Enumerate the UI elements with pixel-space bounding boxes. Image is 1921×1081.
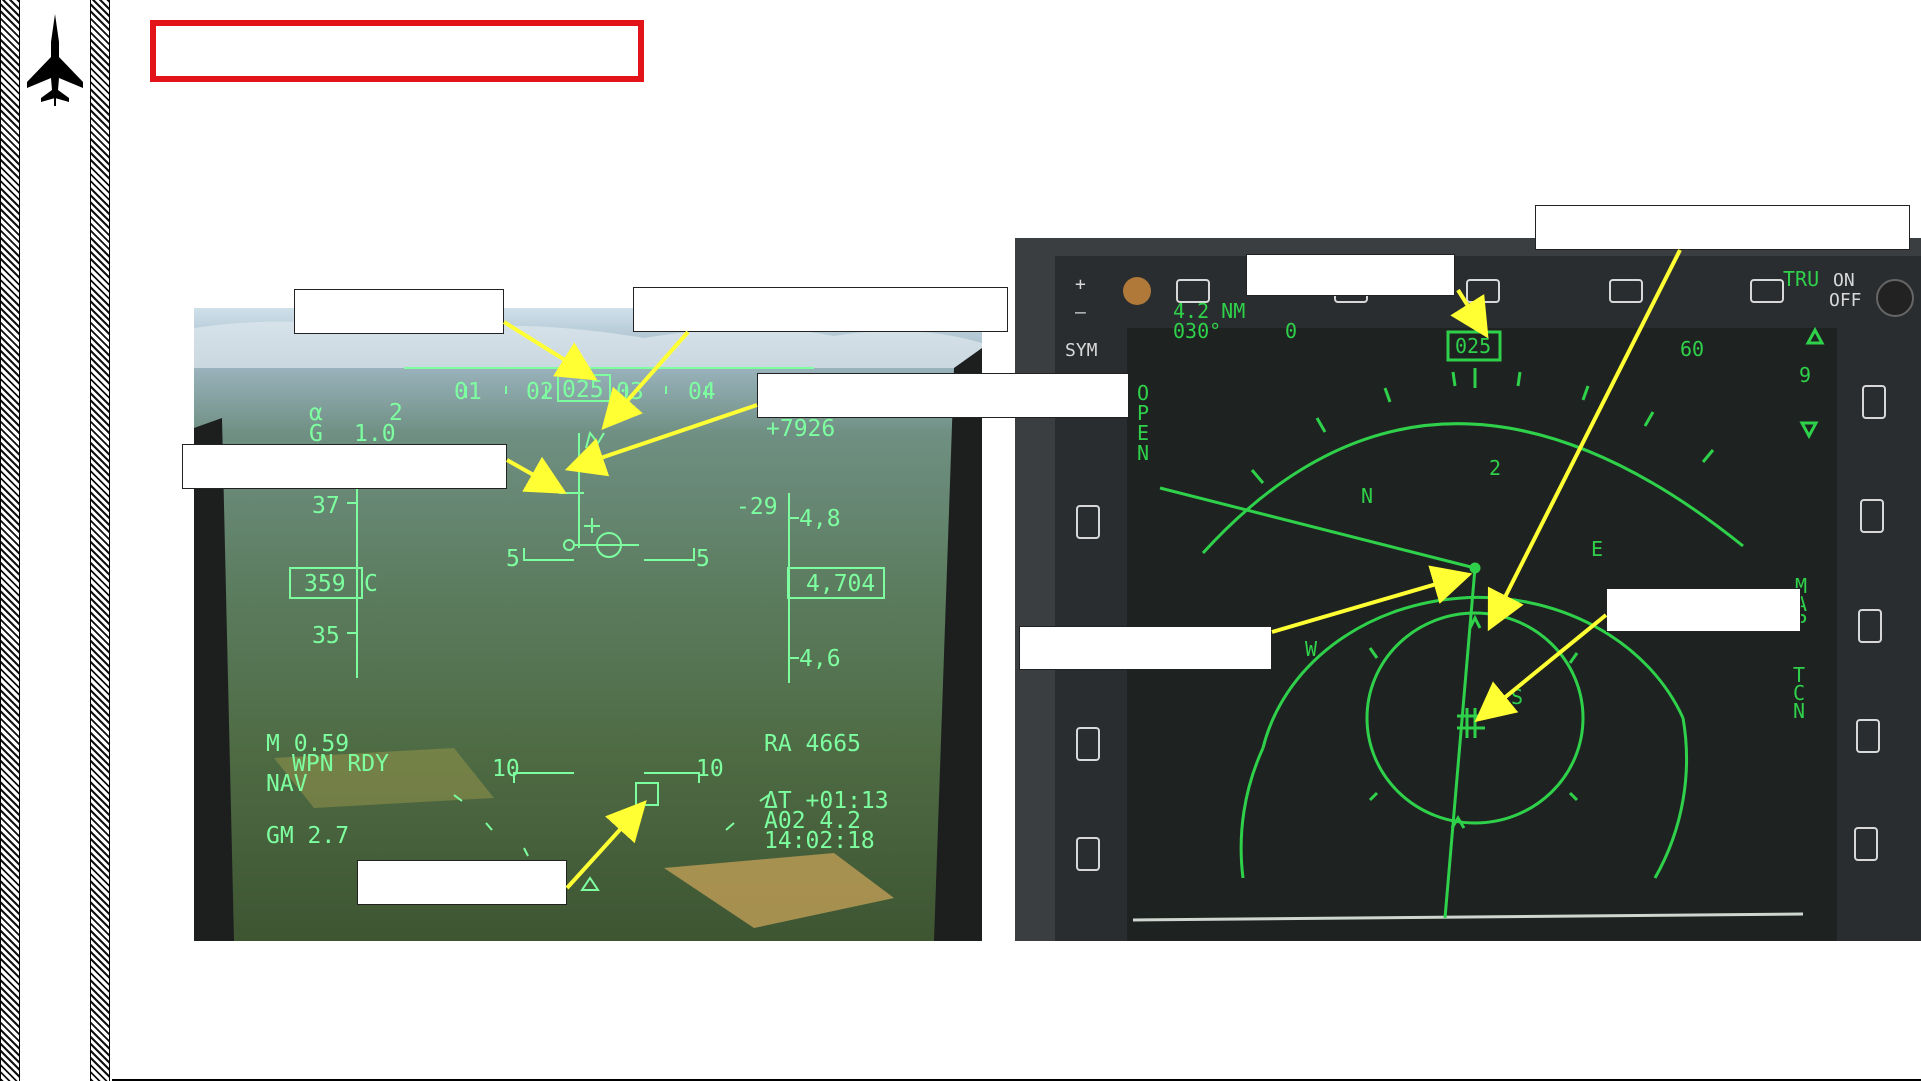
hud-heading-04: 04 [688,379,716,405]
mfd-right-value: 9 [1799,363,1811,387]
mfd-arc-0: 0 [1285,319,1297,343]
mfd-heading-box-value: 025 [1455,334,1491,358]
hud-alt-upper: 4,8 [799,506,841,532]
callout-box-9 [1019,626,1272,670]
callout-box-1 [294,289,504,334]
hud-speed-box-suffix: C [364,571,378,597]
hud-pitch-lower-left: 10 [492,756,520,782]
hud-clock: 14:02:18 [764,828,875,854]
mfd-off-label: OFF [1829,290,1862,311]
right-rail-hatch [90,0,110,1081]
mfd-compass-w: W [1305,637,1318,661]
hud-pitch-lower-right: 10 [696,756,724,782]
hud-heading-02: 02 [526,379,554,405]
callout-box-8 [1606,588,1801,632]
callout-box-6 [1246,254,1455,296]
hud-radar-alt: RA 4665 [764,731,861,757]
jet-logo-icon [27,14,83,106]
brightness-knob-icon[interactable] [1123,277,1151,305]
callout-box-7 [1535,205,1910,250]
left-rail-hatch [0,0,20,1081]
callout-box-2 [633,287,1008,332]
hud-alt-box-value: 4,704 [806,571,875,597]
hud-alt-lower: 4,6 [799,646,841,672]
hud-speed-box-value: 359 [304,571,346,597]
hud-pitch-upper-right: 5 [696,546,710,572]
callout-box-3 [757,373,1129,418]
hud-mode: NAV [266,771,308,797]
mfd-compass-s: S [1511,685,1523,709]
mfd-tru-label: TRU [1783,267,1819,291]
mfd-on-label: ON [1833,270,1855,291]
hud-heading-01: 01 [454,379,482,405]
title-box [150,20,644,82]
power-knob-icon[interactable] [1876,279,1914,317]
mfd-waypoint-num: 2 [1489,456,1501,480]
callout-box-4 [182,444,507,489]
hud-gm: GM 2.7 [266,823,349,849]
hud-pitch-upper-left: 5 [506,546,520,572]
hud-speed-upper: 37 [312,493,340,519]
mfd-plus-label: + [1075,274,1086,295]
hud-vvi: -29 [736,494,778,520]
hud-altitude-gain: +7926 [766,416,835,442]
mfd-bearing: 030° [1173,319,1221,343]
hud-speed-lower: 35 [312,623,340,649]
mfd-open-n: N [1137,441,1149,465]
hud-heading-box-value: 025 [562,377,604,403]
mfd-compass-n: N [1361,484,1373,508]
mfd-minus-label: – [1075,302,1086,323]
callout-box-5 [357,860,567,905]
mfd-arc-60: 60 [1680,337,1704,361]
mfd-sym-label: SYM [1065,340,1098,361]
mfd-compass-e: E [1591,537,1603,561]
hud-heading-03: 03 [616,379,644,405]
mfd-tcn-n: N [1793,699,1805,723]
